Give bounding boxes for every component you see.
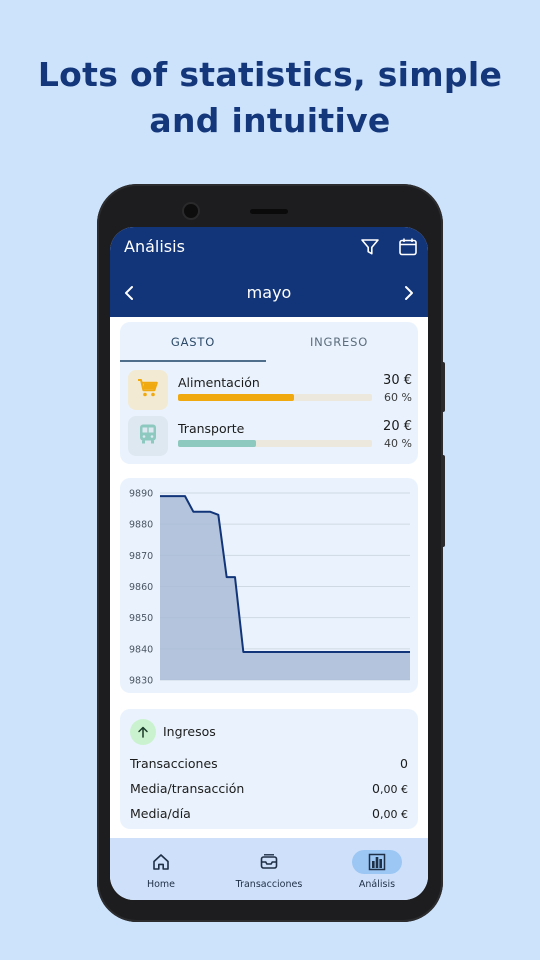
stat-value: 0,00 € bbox=[372, 781, 408, 796]
headline-line-2: and intuitive bbox=[149, 101, 391, 140]
nav-item-transacciones[interactable]: Transacciones bbox=[218, 838, 320, 900]
power-button bbox=[441, 362, 445, 412]
income-badge bbox=[130, 719, 156, 745]
inbox-icon bbox=[244, 850, 294, 874]
stat-value-main: 0 bbox=[400, 756, 408, 771]
stat-value: 0 bbox=[400, 756, 408, 771]
page-title: Análisis bbox=[124, 237, 185, 256]
stat-row-transacciones: Transacciones 0 bbox=[130, 756, 408, 771]
tab-gasto[interactable]: GASTO bbox=[120, 322, 266, 362]
earpiece-speaker bbox=[250, 209, 288, 214]
nav-label: Análisis bbox=[358, 879, 396, 890]
category-name: Alimentación bbox=[178, 375, 260, 390]
stat-row-media-transaccion: Media/transacción 0,00 € bbox=[130, 781, 408, 796]
balance-chart-card: 9890 9880 9870 9860 9850 9840 9830 bbox=[120, 478, 418, 693]
nav-label: Transacciones bbox=[235, 879, 303, 890]
y-tick-label: 9870 bbox=[129, 551, 153, 562]
front-camera bbox=[184, 204, 198, 218]
next-month-chevron-icon[interactable] bbox=[400, 284, 416, 306]
bus-icon bbox=[138, 423, 158, 449]
stat-label: Media/transacción bbox=[130, 781, 245, 796]
filter-icon[interactable] bbox=[360, 237, 380, 261]
stat-value: 0,00 € bbox=[372, 806, 408, 821]
bar-chart-icon bbox=[352, 850, 402, 874]
y-tick-label: 9880 bbox=[129, 520, 153, 531]
category-breakdown-card: GASTO INGRESO Alimentación 30 € 60 % Tra… bbox=[120, 322, 418, 464]
y-tick-label: 9850 bbox=[129, 613, 153, 624]
headline-line-1: Lots of statistics, simple bbox=[37, 55, 503, 94]
nav-item-analisis[interactable]: Análisis bbox=[326, 838, 428, 900]
home-icon bbox=[136, 850, 186, 874]
bottom-navigation: Home Transacciones Análisis bbox=[110, 838, 428, 900]
category-row-alimentacion[interactable]: Alimentación 30 € 60 % bbox=[128, 370, 412, 410]
stat-row-media-dia: Media/día 0,00 € bbox=[130, 806, 408, 821]
current-month: mayo bbox=[246, 283, 292, 302]
category-progress-fill bbox=[178, 394, 295, 401]
cart-icon bbox=[137, 378, 159, 402]
category-amount: 30 € bbox=[383, 373, 412, 388]
stat-value-main: 0 bbox=[372, 781, 380, 796]
category-amount: 20 € bbox=[383, 419, 412, 434]
y-tick-label: 9840 bbox=[129, 644, 153, 655]
y-tick-label: 9860 bbox=[129, 582, 153, 593]
stat-label: Media/día bbox=[130, 806, 191, 821]
category-progress-track bbox=[178, 440, 372, 447]
phone-screen: Análisis mayo GASTO INGRESO Alimentación bbox=[110, 227, 428, 900]
calendar-icon[interactable] bbox=[398, 237, 418, 261]
y-tick-label: 9830 bbox=[129, 676, 153, 687]
nav-item-home[interactable]: Home bbox=[110, 838, 212, 900]
category-badge bbox=[128, 416, 168, 456]
balance-area-chart: 9890 9880 9870 9860 9850 9840 9830 bbox=[129, 489, 411, 687]
nav-label: Home bbox=[146, 879, 176, 890]
income-heading: Ingresos bbox=[163, 724, 216, 739]
income-stats-card: Ingresos Transacciones 0 Media/transacci… bbox=[120, 709, 418, 829]
app-bar: Análisis mayo bbox=[110, 227, 428, 317]
category-percent: 40 % bbox=[384, 437, 412, 450]
headline: Lots of statistics, simple and intuitive bbox=[0, 52, 540, 144]
stat-value-main: 0 bbox=[372, 806, 380, 821]
category-badge bbox=[128, 370, 168, 410]
category-progress-fill bbox=[178, 440, 256, 447]
category-percent: 60 % bbox=[384, 391, 412, 404]
category-name: Transporte bbox=[178, 421, 245, 436]
category-row-transporte[interactable]: Transporte 20 € 40 % bbox=[128, 416, 412, 456]
stat-value-decimal: ,00 € bbox=[380, 783, 408, 796]
stat-label: Transacciones bbox=[130, 756, 218, 771]
arrow-up-icon bbox=[137, 723, 149, 742]
category-progress-track bbox=[178, 394, 372, 401]
stat-value-decimal: ,00 € bbox=[380, 808, 408, 821]
volume-button bbox=[441, 455, 445, 547]
tab-ingreso[interactable]: INGRESO bbox=[266, 322, 412, 362]
y-tick-label: 9890 bbox=[129, 489, 153, 500]
